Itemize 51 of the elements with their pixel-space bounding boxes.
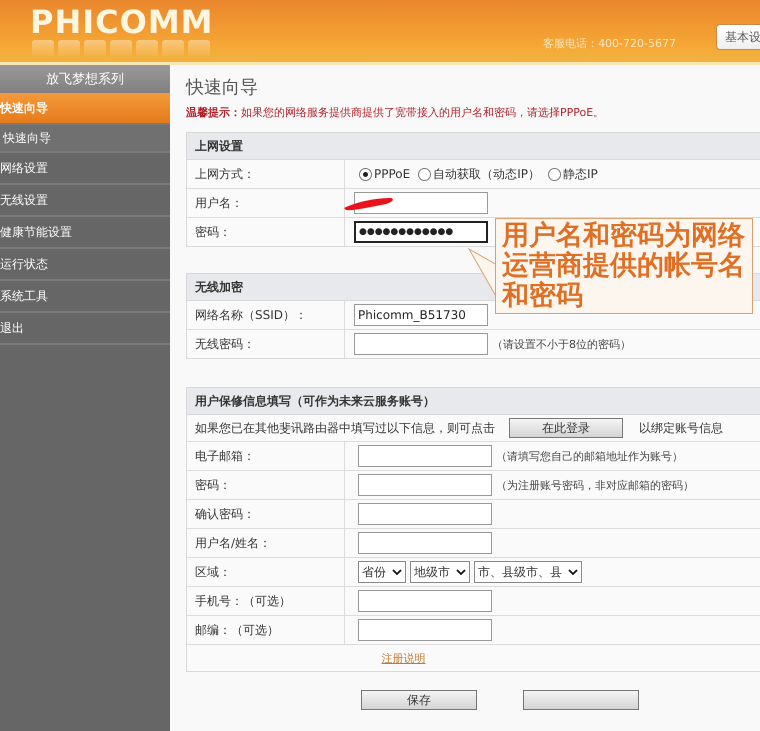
field-hint: （为注册账号密码，非对应邮箱的密码） — [496, 478, 694, 492]
dropdown-chevron-icon — [456, 568, 466, 576]
register-info-link[interactable]: 注册说明 — [382, 650, 426, 666]
radio-label: 自动获取（动态IP） — [433, 166, 540, 182]
field-label: 确认密码： — [187, 500, 345, 528]
input-field[interactable] — [354, 333, 488, 355]
field-label: 密码： — [187, 218, 345, 246]
radio-label: 静态IP — [563, 166, 598, 182]
logo: PHICOMM — [30, 6, 214, 38]
input-field[interactable] — [358, 590, 492, 612]
dropdown-chevron-icon — [392, 568, 402, 576]
radio-label: PPPoE — [374, 167, 410, 181]
input-field[interactable] — [358, 619, 492, 641]
radio-button[interactable] — [548, 168, 561, 180]
dropdown-chevron-icon — [568, 568, 578, 576]
radio-button[interactable] — [418, 168, 432, 180]
field-label: 手机号：（可选） — [187, 587, 345, 615]
dropdown[interactable]: 地级市 — [410, 561, 470, 583]
login-hint-suffix: 以绑定账号信息 — [639, 420, 723, 436]
field-label: 区域： — [187, 558, 345, 586]
field-hint: （请设置不小于8位的密码） — [492, 336, 631, 352]
field-label: 用户名： — [187, 189, 345, 217]
page-title: 快速向导 — [186, 76, 259, 100]
dropdown[interactable]: 省份 — [358, 561, 406, 583]
section-header: 上网设置 — [187, 133, 760, 160]
field-hint: （请填写您自己的邮箱地址作为账号） — [496, 448, 683, 464]
login-button[interactable]: 在此登录 — [509, 418, 623, 438]
sidebar-subitem[interactable]: 快速向导 — [0, 125, 170, 153]
save-button[interactable]: 保存 — [361, 690, 477, 710]
input-field[interactable] — [358, 445, 492, 467]
input-field[interactable]: ●●●●●●●●●●●● — [354, 221, 488, 243]
radio-button[interactable] — [359, 168, 372, 180]
field-label: 无线密码： — [187, 330, 345, 358]
field-label: 电子邮箱： — [187, 442, 345, 470]
field-label: 邮编：（可选） — [187, 616, 345, 644]
field-label: 上网方式： — [187, 160, 345, 188]
sidebar-title: 放飞梦想系列 — [0, 65, 170, 93]
field-label: 用户名/姓名： — [187, 529, 345, 557]
dropdown[interactable]: 市、县级市、县 — [474, 561, 582, 583]
input-field[interactable]: Phicomm_B51730 — [354, 304, 488, 326]
input-field[interactable] — [358, 474, 492, 496]
section-header: 用户保修信息填写（可作为未来云服务账号） — [187, 388, 760, 415]
login-hint: 如果您已在其他斐讯路由器中填写过以下信息，则可点击 — [195, 420, 495, 436]
field-label: 网络名称（SSID）： — [187, 301, 345, 329]
button[interactable] — [523, 690, 639, 710]
field-label: 密码： — [187, 471, 345, 499]
input-field[interactable] — [358, 503, 492, 525]
tip-text: 温馨提示：如果您的网络服务提供商提供了宽带接入的用户名和密码，请选择PPPoE。 — [186, 105, 606, 120]
hotline-text: 客服电话：400-720-5677 — [543, 36, 676, 51]
input-field[interactable] — [358, 532, 492, 554]
input-field[interactable] — [354, 192, 488, 214]
